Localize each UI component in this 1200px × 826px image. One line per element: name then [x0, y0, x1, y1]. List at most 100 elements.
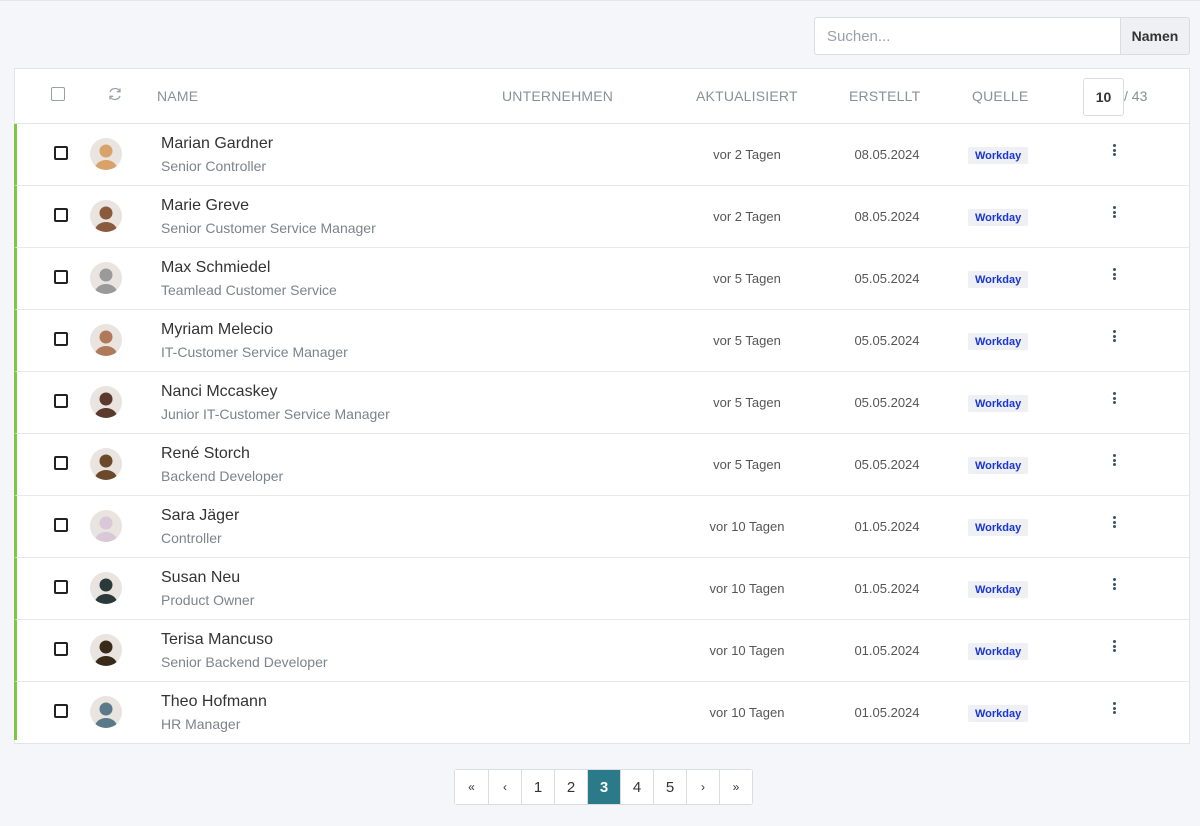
created-date: 05.05.2024 — [854, 457, 920, 472]
contact-name[interactable]: Nanci Mccaskey — [161, 383, 277, 401]
contact-name[interactable]: Marian Gardner — [161, 135, 273, 153]
more-vertical-icon[interactable] — [1110, 640, 1118, 656]
created-date: 01.05.2024 — [854, 643, 920, 658]
table-row[interactable]: Susan Neu Product Owner vor 10 Tagen 01.… — [14, 558, 1189, 620]
page-button-3[interactable]: 3 — [587, 770, 620, 804]
created-date: 01.05.2024 — [854, 581, 920, 596]
column-header-created[interactable]: ERSTELLT — [849, 88, 920, 104]
table-row[interactable]: Theo Hofmann HR Manager vor 10 Tagen 01.… — [14, 682, 1189, 740]
more-vertical-icon[interactable] — [1110, 454, 1118, 470]
contact-name[interactable]: Sara Jäger — [161, 507, 239, 525]
created-date: 08.05.2024 — [854, 209, 920, 224]
table-row[interactable]: René Storch Backend Developer vor 5 Tage… — [14, 434, 1189, 496]
avatar — [90, 634, 122, 666]
more-vertical-icon[interactable] — [1110, 268, 1118, 284]
avatar — [90, 448, 122, 480]
avatar — [90, 386, 122, 418]
updated-date: vor 10 Tagen — [709, 581, 785, 596]
page-button-2[interactable]: 2 — [554, 770, 587, 804]
contact-role: IT-Customer Service Manager — [161, 344, 348, 360]
column-header-source[interactable]: QUELLE — [972, 88, 1028, 104]
page-button-5[interactable]: 5 — [653, 770, 686, 804]
created-date: 05.05.2024 — [854, 271, 920, 286]
more-vertical-icon[interactable] — [1110, 144, 1118, 160]
prev-page-button[interactable]: ‹ — [488, 770, 521, 804]
row-checkbox[interactable] — [54, 394, 68, 408]
column-header-company[interactable]: UNTERNEHMEN — [502, 88, 613, 104]
row-checkbox[interactable] — [54, 208, 68, 222]
contact-role: Senior Customer Service Manager — [161, 220, 376, 236]
row-checkbox[interactable] — [54, 332, 68, 346]
column-header-updated[interactable]: AKTUALISIERT — [696, 88, 798, 104]
updated-date: vor 5 Tagen — [713, 395, 781, 410]
updated-date: vor 10 Tagen — [709, 705, 785, 720]
source-badge: Workday — [968, 643, 1029, 660]
table-row[interactable]: Nanci Mccaskey Junior IT-Customer Servic… — [14, 372, 1189, 434]
first-page-button[interactable]: « — [455, 770, 488, 804]
created-date: 05.05.2024 — [854, 395, 920, 410]
source-badge: Workday — [968, 705, 1029, 722]
search-bar: Namen — [814, 17, 1190, 55]
source-badge: Workday — [968, 271, 1029, 288]
avatar — [90, 138, 122, 170]
created-date: 01.05.2024 — [854, 519, 920, 534]
table-row[interactable]: Myriam Melecio IT-Customer Service Manag… — [14, 310, 1189, 372]
row-checkbox[interactable] — [54, 270, 68, 284]
source-badge: Workday — [968, 581, 1029, 598]
avatar — [90, 324, 122, 356]
table-row[interactable]: Sara Jäger Controller vor 10 Tagen 01.05… — [14, 496, 1189, 558]
row-checkbox[interactable] — [54, 704, 68, 718]
table-row[interactable]: Marie Greve Senior Customer Service Mana… — [14, 186, 1189, 248]
search-filter-button[interactable]: Namen — [1120, 17, 1190, 55]
more-vertical-icon[interactable] — [1110, 206, 1118, 222]
page-button-4[interactable]: 4 — [620, 770, 653, 804]
avatar — [90, 510, 122, 542]
source-badge: Workday — [968, 457, 1029, 474]
refresh-icon[interactable] — [107, 86, 123, 102]
created-date: 05.05.2024 — [854, 333, 920, 348]
row-checkbox[interactable] — [54, 146, 68, 160]
search-input[interactable] — [814, 17, 1120, 55]
more-vertical-icon[interactable] — [1110, 702, 1118, 718]
created-date: 01.05.2024 — [854, 705, 920, 720]
contact-name[interactable]: Marie Greve — [161, 197, 249, 215]
table-row[interactable]: Marian Gardner Senior Controller vor 2 T… — [14, 124, 1189, 186]
source-badge: Workday — [968, 209, 1029, 226]
next-page-button[interactable]: › — [686, 770, 719, 804]
table-body: Marian Gardner Senior Controller vor 2 T… — [14, 124, 1189, 740]
more-vertical-icon[interactable] — [1110, 392, 1118, 408]
contact-name[interactable]: Myriam Melecio — [161, 321, 273, 339]
row-checkbox[interactable] — [54, 642, 68, 656]
contact-name[interactable]: Theo Hofmann — [161, 693, 267, 711]
contact-name[interactable]: Max Schmiedel — [161, 259, 270, 277]
select-all-checkbox[interactable] — [51, 87, 65, 101]
updated-date: vor 2 Tagen — [713, 209, 781, 224]
per-page-input[interactable] — [1083, 78, 1124, 116]
source-badge: Workday — [968, 147, 1029, 164]
contact-role: HR Manager — [161, 716, 241, 732]
created-date: 08.05.2024 — [854, 147, 920, 162]
contact-role: Controller — [161, 530, 222, 546]
table-row[interactable]: Max Schmiedel Teamlead Customer Service … — [14, 248, 1189, 310]
last-page-button[interactable]: » — [719, 770, 752, 804]
contact-name[interactable]: René Storch — [161, 445, 250, 463]
more-vertical-icon[interactable] — [1110, 330, 1118, 346]
contact-name[interactable]: Terisa Mancuso — [161, 631, 273, 649]
row-checkbox[interactable] — [54, 580, 68, 594]
more-vertical-icon[interactable] — [1110, 578, 1118, 594]
contact-role: Backend Developer — [161, 468, 284, 484]
source-badge: Workday — [968, 395, 1029, 412]
page-button-1[interactable]: 1 — [521, 770, 554, 804]
avatar — [90, 262, 122, 294]
contacts-table: NAME UNTERNEHMEN AKTUALISIERT ERSTELLT Q… — [14, 68, 1190, 744]
column-header-name[interactable]: NAME — [157, 88, 198, 104]
contact-role: Product Owner — [161, 592, 255, 608]
table-row[interactable]: Terisa Mancuso Senior Backend Developer … — [14, 620, 1189, 682]
pagination: « ‹ 1 2 3 4 5 › » — [454, 769, 753, 805]
row-checkbox[interactable] — [54, 518, 68, 532]
table-header: NAME UNTERNEHMEN AKTUALISIERT ERSTELLT Q… — [15, 69, 1189, 124]
updated-date: vor 5 Tagen — [713, 457, 781, 472]
row-checkbox[interactable] — [54, 456, 68, 470]
contact-name[interactable]: Susan Neu — [161, 569, 240, 587]
more-vertical-icon[interactable] — [1110, 516, 1118, 532]
